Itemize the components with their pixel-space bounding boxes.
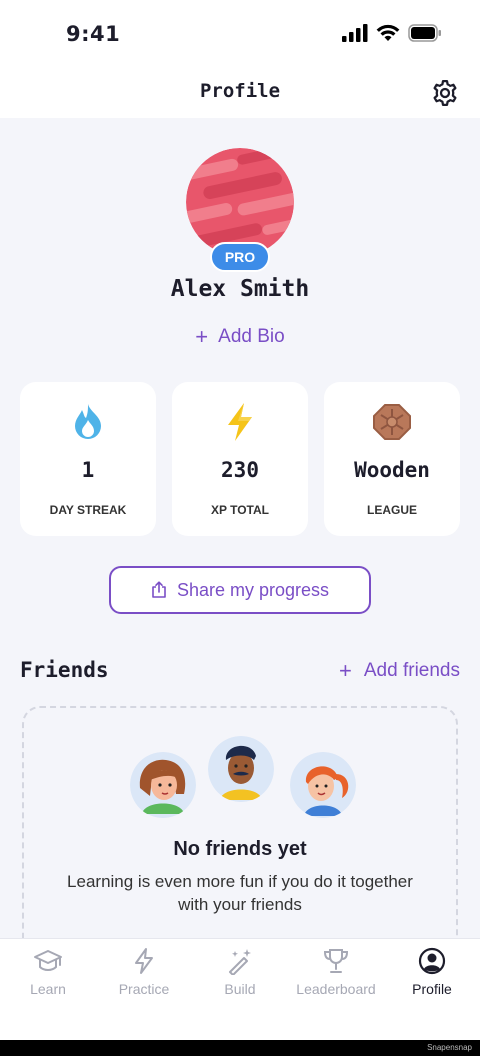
- lightning-icon: [228, 403, 252, 441]
- status-icons: [342, 24, 442, 42]
- share-progress-button[interactable]: Share my progress: [109, 566, 371, 614]
- footer-bar: Snapensnap: [0, 1040, 480, 1056]
- flame-icon: [75, 404, 101, 439]
- status-time: 9:41: [66, 22, 121, 46]
- tab-practice[interactable]: Practice: [96, 939, 192, 1040]
- streak-label: DAY STREAK: [49, 503, 127, 517]
- friend-illustration-girl-icon: [130, 752, 196, 818]
- add-friends-label: Add friends: [363, 660, 460, 681]
- tab-build-label: Build: [224, 981, 256, 997]
- share-icon: [152, 581, 166, 598]
- tab-bar: Learn Practice Build Leaderboard Profile: [0, 938, 480, 1040]
- page-title: Profile: [199, 80, 281, 102]
- stat-card-league: Wooden LEAGUE: [324, 382, 460, 536]
- header: Profile: [0, 70, 480, 118]
- stat-card-streak: 1 DAY STREAK: [20, 382, 156, 536]
- empty-friends-text: Learning is even more fun if you do it t…: [67, 872, 413, 914]
- friend-illustration-man-icon: [208, 736, 274, 802]
- empty-friends-title: No friends yet: [173, 838, 307, 860]
- tab-leaderboard-label: Leaderboard: [296, 981, 376, 997]
- gear-icon[interactable]: [430, 78, 460, 108]
- tab-practice-label: Practice: [118, 981, 170, 997]
- stat-card-xp: 230 XP TOTAL: [172, 382, 308, 536]
- avatar[interactable]: [186, 148, 294, 256]
- magic-wand-icon: [229, 949, 251, 975]
- xp-label: XP TOTAL: [210, 503, 269, 517]
- wifi-icon: [376, 24, 400, 41]
- plus-icon: +: [339, 658, 352, 683]
- lightning-outline-icon: [135, 948, 153, 974]
- add-bio-button[interactable]: + Add Bio: [0, 326, 480, 348]
- status-bar: 9:41: [0, 0, 480, 70]
- pro-badge: PRO: [210, 242, 270, 272]
- friends-empty-state: No friends yet Learning is even more fun…: [22, 706, 458, 966]
- graduation-cap-icon: [34, 950, 62, 971]
- friends-heading: Friends: [20, 658, 109, 682]
- profile-name: Alex Smith: [170, 276, 310, 302]
- avatar-image: [186, 148, 294, 256]
- share-progress-label: Share my progress: [176, 579, 330, 600]
- league-label: LEAGUE: [366, 503, 417, 517]
- tab-profile[interactable]: Profile: [384, 939, 480, 1040]
- battery-icon: [408, 24, 441, 42]
- league-value: Wooden: [354, 458, 430, 482]
- stats-row: 1 DAY STREAK 230 XP TOTAL Wooden LEAGUE: [20, 382, 460, 536]
- xp-value: 230: [221, 458, 259, 482]
- streak-value: 1: [81, 458, 95, 482]
- tab-profile-label: Profile: [412, 981, 452, 997]
- trophy-icon: [323, 949, 349, 973]
- cellular-signal-icon: [342, 24, 368, 42]
- tab-learn-label: Learn: [30, 981, 66, 997]
- tab-build[interactable]: Build: [192, 939, 288, 1040]
- user-circle-icon: [418, 947, 446, 975]
- tab-leaderboard[interactable]: Leaderboard: [288, 939, 384, 1040]
- watermark: Snapensnap: [427, 1043, 472, 1052]
- add-bio-label: Add Bio: [218, 326, 285, 347]
- tab-learn[interactable]: Learn: [0, 939, 96, 1040]
- add-friends-button[interactable]: + Add friends: [339, 660, 460, 682]
- plus-icon: +: [195, 324, 209, 349]
- wooden-badge-icon: [373, 404, 411, 440]
- friend-illustration-girl-ponytail-icon: [290, 752, 356, 818]
